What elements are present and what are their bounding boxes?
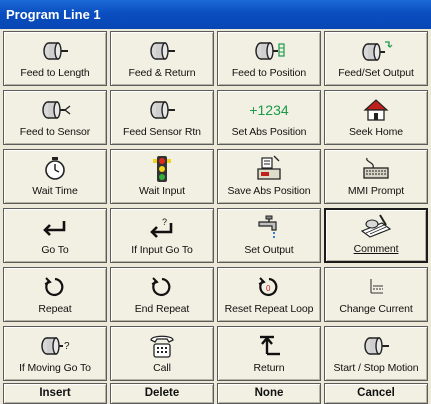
command-label: MMI Prompt <box>347 185 405 197</box>
change-current-button[interactable]: Change Current <box>324 267 428 322</box>
command-label: End Repeat <box>134 303 190 315</box>
telephone-icon <box>140 333 184 359</box>
command-label: Call <box>153 362 171 374</box>
return-button[interactable]: Return <box>217 326 321 381</box>
motor-sensor-icon <box>33 97 77 123</box>
command-label: Save Abs Position <box>227 185 311 197</box>
loop-icon <box>140 274 184 300</box>
reset-repeat-loop-button[interactable]: 0 Reset Repeat Loop <box>217 267 321 322</box>
end-repeat-button[interactable]: End Repeat <box>110 267 214 322</box>
motor-position-icon <box>247 38 291 64</box>
command-label: Comment <box>353 243 399 255</box>
if-input-go-to-button[interactable]: ? If Input Go To <box>110 208 214 263</box>
set-abs-position-button[interactable]: +1234 Set Abs Position <box>217 90 321 145</box>
command-label: Feed to Position <box>231 67 307 79</box>
command-label: If Input Go To <box>131 244 193 256</box>
wait-input-button[interactable]: Wait Input <box>110 149 214 204</box>
window-title: Program Line 1 <box>0 0 431 29</box>
program-line-dialog: Program Line 1 Feed to Length Feed & Ret… <box>0 0 431 404</box>
seek-home-button[interactable]: Seek Home <box>324 90 428 145</box>
feed-sensor-rtn-button[interactable]: Feed Sensor Rtn <box>110 90 214 145</box>
dialog-button-bar: Insert Delete None Cancel <box>0 383 431 404</box>
command-label: Feed Sensor Rtn <box>123 126 201 138</box>
none-button[interactable]: None <box>217 383 321 404</box>
start-stop-motion-button[interactable]: Start / Stop Motion <box>324 326 428 381</box>
stopwatch-icon <box>33 156 77 182</box>
delete-button[interactable]: Delete <box>110 383 214 404</box>
motor-question-icon: ? <box>33 333 77 359</box>
abs-position-icon: +1234 <box>247 97 291 123</box>
insert-button[interactable]: Insert <box>3 383 107 404</box>
command-label: Feed/Set Output <box>338 67 414 79</box>
loop-icon <box>33 274 77 300</box>
return-icon <box>247 333 291 359</box>
command-label: Go To <box>41 244 69 256</box>
reset-loop-icon: 0 <box>247 274 291 300</box>
command-label: Repeat <box>38 303 72 315</box>
command-label: Set Abs Position <box>231 126 307 138</box>
traffic-light-icon <box>140 156 184 182</box>
command-label: Reset Repeat Loop <box>224 303 314 315</box>
motor-icon <box>33 38 77 64</box>
faucet-icon <box>247 215 291 241</box>
command-label: Feed to Length <box>20 67 90 79</box>
feed-to-length-button[interactable]: Feed to Length <box>3 31 107 86</box>
wait-time-button[interactable]: Wait Time <box>3 149 107 204</box>
motor-icon <box>140 38 184 64</box>
command-label: Set Output <box>244 244 294 256</box>
feed-set-output-button[interactable]: Feed/Set Output <box>324 31 428 86</box>
motor-icon <box>354 333 398 359</box>
feed-to-sensor-button[interactable]: Feed to Sensor <box>3 90 107 145</box>
save-position-icon <box>247 155 291 182</box>
conditional-arrow-icon: ? <box>140 215 184 241</box>
abs-position-icon-text: +1234 <box>249 102 289 118</box>
if-moving-go-to-button[interactable]: ? If Moving Go To <box>3 326 107 381</box>
svg-text:?: ? <box>64 341 70 352</box>
motor-output-icon <box>354 38 398 64</box>
command-label: Feed to Sensor <box>19 126 91 138</box>
current-icon <box>354 274 398 300</box>
mmi-prompt-button[interactable]: MMI Prompt <box>324 149 428 204</box>
keyboard-icon <box>354 156 398 182</box>
command-label: Return <box>253 362 285 374</box>
return-arrow-icon <box>33 215 77 241</box>
command-label: Start / Stop Motion <box>333 362 419 374</box>
call-button[interactable]: Call <box>110 326 214 381</box>
command-label: If Moving Go To <box>19 362 91 374</box>
go-to-button[interactable]: Go To <box>3 208 107 263</box>
set-output-button[interactable]: Set Output <box>217 208 321 263</box>
home-icon <box>354 97 398 123</box>
save-abs-position-button[interactable]: Save Abs Position <box>217 149 321 204</box>
svg-text:0: 0 <box>266 284 271 293</box>
command-label: Feed & Return <box>128 67 196 79</box>
cancel-button[interactable]: Cancel <box>324 383 428 404</box>
feed-and-return-button[interactable]: Feed & Return <box>110 31 214 86</box>
svg-text:?: ? <box>162 217 167 227</box>
command-label: Seek Home <box>349 126 403 138</box>
feed-to-position-button[interactable]: Feed to Position <box>217 31 321 86</box>
command-label: Change Current <box>339 303 413 315</box>
command-label: Wait Time <box>32 185 78 197</box>
command-grid: Feed to Length Feed & Return Feed to Pos… <box>0 31 431 381</box>
comment-icon <box>354 214 398 240</box>
repeat-button[interactable]: Repeat <box>3 267 107 322</box>
command-label: Wait Input <box>139 185 185 197</box>
motor-icon <box>140 97 184 123</box>
comment-button[interactable]: Comment <box>324 208 428 263</box>
